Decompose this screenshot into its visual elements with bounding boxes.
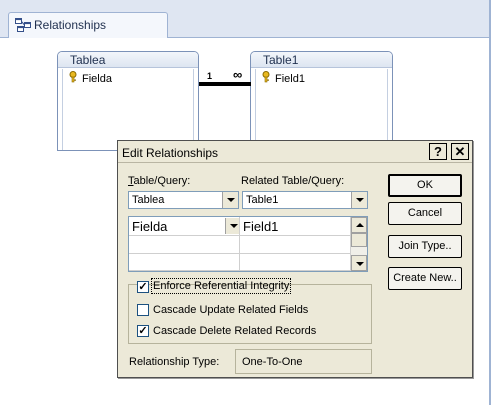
edit-relationships-dialog: Edit Relationships ? ✕ Table/Query: Rela… [117, 140, 473, 378]
scroll-thumb[interactable] [351, 233, 367, 247]
related-table-query-combo[interactable]: Table1 [242, 191, 368, 209]
tab-title: Relationships [34, 18, 107, 32]
table-title[interactable]: Table1 [251, 52, 392, 68]
ok-button[interactable]: OK [388, 174, 462, 197]
grid-cell-right[interactable] [240, 254, 351, 271]
field-item[interactable]: Field1 [275, 73, 305, 85]
relationship-type-label: Relationship Type: [129, 356, 220, 368]
key-icon [69, 71, 77, 83]
grid-cell-value: Fielda [132, 219, 168, 234]
dialog-title: Edit Relationships [122, 146, 219, 160]
chevron-down-icon[interactable] [351, 192, 367, 208]
help-button[interactable]: ? [429, 143, 447, 160]
join-type-button[interactable]: Join Type.. [388, 235, 462, 258]
scroll-down-icon[interactable] [351, 255, 367, 271]
key-icon [262, 71, 270, 83]
relationship-type-value: One-To-One [242, 356, 303, 368]
table-tablea[interactable]: Tablea Fielda [57, 51, 199, 151]
chevron-down-icon[interactable] [222, 192, 238, 208]
cascade-delete-label[interactable]: Cascade Delete Related Records [153, 325, 316, 337]
grid-cell-left[interactable] [129, 254, 240, 271]
scroll-up-icon[interactable] [351, 217, 367, 233]
grid-cell-left[interactable]: Fielda [129, 217, 240, 236]
table-query-value: Tablea [132, 194, 165, 206]
create-new-button[interactable]: Create New.. [388, 267, 462, 290]
grid-cell-value: Field1 [243, 219, 279, 234]
enforce-integrity-label[interactable]: Enforce Referential Integrity [150, 278, 292, 294]
field-item[interactable]: Fielda [82, 73, 112, 85]
cascade-delete-checkbox[interactable]: ✓ [137, 325, 149, 337]
table-query-combo[interactable]: Tablea [128, 191, 239, 209]
relationships-icon [15, 18, 31, 32]
related-table-query-label: Related Table/Query: [241, 175, 345, 187]
dialog-title-bar[interactable]: Edit Relationships ? ✕ [118, 141, 472, 163]
grid-cell-left[interactable] [129, 236, 240, 254]
relationships-tab[interactable]: Relationships [8, 12, 168, 38]
table-title[interactable]: Tablea [58, 52, 198, 68]
grid-scrollbar[interactable] [350, 217, 367, 271]
enforce-integrity-checkbox[interactable]: ✓ [137, 281, 149, 293]
relationship-one-label: 1 [207, 71, 213, 81]
chevron-down-icon[interactable] [225, 218, 239, 234]
relationship-type-box: One-To-One [235, 349, 372, 374]
table-query-label: Table/Query: [128, 175, 191, 187]
close-button[interactable]: ✕ [451, 143, 469, 160]
relationship-line[interactable] [199, 82, 251, 86]
grid-cell-right[interactable]: Field1 [240, 217, 351, 236]
related-table-query-value: Table1 [246, 194, 279, 206]
relationship-many-label: ∞ [233, 67, 243, 82]
table-table1[interactable]: Table1 Field1 [250, 51, 393, 151]
fields-grid[interactable]: Fielda Field1 [128, 216, 368, 272]
cascade-update-label[interactable]: Cascade Update Related Fields [153, 304, 308, 316]
cascade-update-checkbox[interactable] [137, 304, 149, 316]
cancel-button[interactable]: Cancel [388, 202, 462, 225]
grid-cell-right[interactable] [240, 236, 351, 254]
